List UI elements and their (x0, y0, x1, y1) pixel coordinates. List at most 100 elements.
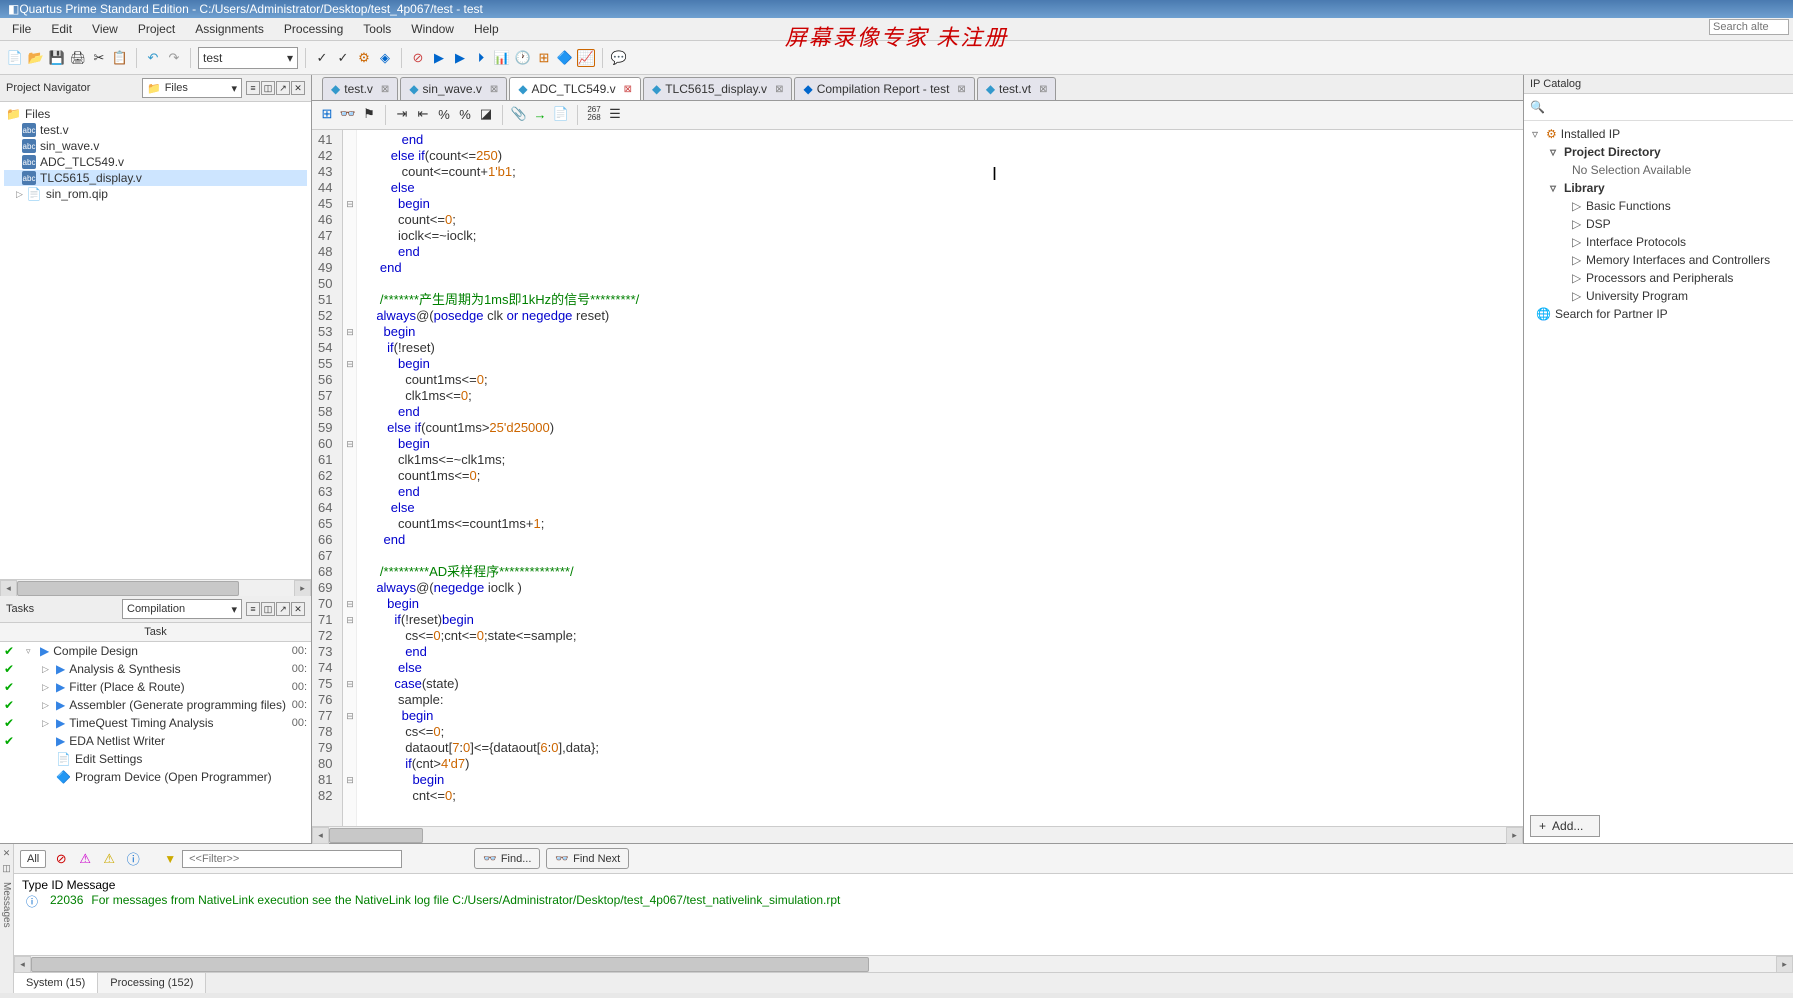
nav-eq-icon[interactable]: ≡ (246, 81, 260, 95)
programmer-icon[interactable]: 🔷 (556, 49, 574, 67)
project-combo[interactable]: test▾ (198, 47, 298, 69)
info-icon[interactable]: ⓘ (124, 850, 142, 868)
menu-tools[interactable]: Tools (355, 20, 399, 38)
error-icon[interactable]: ⊘ (52, 850, 70, 868)
tasks-dock-icon[interactable]: ◫ (261, 602, 275, 616)
analyze-icon[interactable]: ▶ (451, 49, 469, 67)
scroll-right-icon[interactable]: ▸ (294, 580, 311, 597)
tree-file[interactable]: ▷📄sin_rom.qip (4, 186, 307, 202)
nav-tree[interactable]: 📁Files abctest.v abcsin_wave.v abcADC_TL… (0, 102, 311, 579)
close-icon[interactable]: ⊠ (1039, 84, 1047, 95)
expand-icon[interactable]: ▿ (26, 646, 36, 657)
pin-icon[interactable]: ⚙ (355, 49, 373, 67)
tree-root[interactable]: 📁Files (4, 106, 307, 122)
expand-icon[interactable]: ▷ (42, 700, 52, 711)
menu-file[interactable]: File (4, 20, 39, 38)
signal-icon[interactable]: 📈 (577, 49, 595, 67)
task-row[interactable]: ✔▿▶Compile Design00: (0, 642, 311, 660)
settings-icon[interactable]: ✓ (313, 49, 331, 67)
print-icon[interactable]: 🖨 (69, 49, 87, 67)
open-icon[interactable]: 📂 (27, 49, 45, 67)
msg-all-button[interactable]: All (20, 850, 46, 868)
tree-file-selected[interactable]: abcTLC5615_display.v (4, 170, 307, 186)
help-icon[interactable]: 💬 (610, 49, 628, 67)
task-row[interactable]: ✔▷▶Fitter (Place & Route)00: (0, 678, 311, 696)
new-icon[interactable]: 📄 (6, 49, 24, 67)
tasks-close-icon[interactable]: ✕ (291, 602, 305, 616)
find-button[interactable]: 👓Find... (474, 848, 540, 869)
critical-icon[interactable]: ⚠ (76, 850, 94, 868)
ip-cat[interactable]: ▷University Program (1532, 287, 1785, 305)
close-icon[interactable]: ⊠ (381, 84, 389, 95)
task-row[interactable]: ✔▷▶Analysis & Synthesis00: (0, 660, 311, 678)
find-next-button[interactable]: 👓Find Next (546, 848, 629, 869)
scroll-left-icon[interactable]: ◂ (312, 827, 329, 844)
close-icon[interactable]: ⊠ (624, 84, 632, 95)
list-icon[interactable]: ☰ (606, 105, 624, 123)
indent-icon[interactable]: ⇥ (393, 105, 411, 123)
ip-library[interactable]: ▿Library (1532, 179, 1785, 197)
menu-view[interactable]: View (84, 20, 126, 38)
editor-scrollbar[interactable]: ◂ ▸ (312, 826, 1523, 843)
outdent-icon[interactable]: ⇤ (414, 105, 432, 123)
menu-edit[interactable]: Edit (43, 20, 80, 38)
msg-tab-processing[interactable]: Processing (152) (98, 973, 206, 993)
ip-cat[interactable]: ▷DSP (1532, 215, 1785, 233)
ip-partner-search[interactable]: 🌐Search for Partner IP (1532, 305, 1785, 323)
scroll-left-icon[interactable]: ◂ (14, 956, 31, 973)
ip-cat[interactable]: ▷Processors and Peripherals (1532, 269, 1785, 287)
tree-file[interactable]: abcsin_wave.v (4, 138, 307, 154)
scroll-right-icon[interactable]: ▸ (1776, 956, 1793, 973)
report-icon[interactable]: 📊 (493, 49, 511, 67)
uncomment-icon[interactable]: % (456, 105, 474, 123)
warning-icon[interactable]: ⚠ (100, 850, 118, 868)
task-row[interactable]: 📄Edit Settings (0, 750, 311, 768)
editor-tab[interactable]: ◆TLC5615_display.v⊠ (643, 77, 792, 100)
search-icon[interactable]: 🔍 (1530, 100, 1545, 114)
expand-icon[interactable]: ▷ (42, 664, 52, 675)
messages-list[interactable]: Type ID Message ⓘ 22036 For messages fro… (14, 874, 1793, 955)
menu-window[interactable]: Window (403, 20, 462, 38)
expand-icon[interactable]: ▷ (42, 682, 52, 693)
tree-file[interactable]: abcADC_TLC549.v (4, 154, 307, 170)
block-icon[interactable]: ◪ (477, 105, 495, 123)
filter-icon[interactable]: ▼ (164, 852, 176, 866)
assign-icon[interactable]: ✓ (334, 49, 352, 67)
ip-add-button[interactable]: +Add... (1530, 815, 1600, 837)
nav-filter-combo[interactable]: 📁Files▾ (142, 78, 242, 98)
sheet-icon[interactable]: 📄 (552, 105, 570, 123)
filter-input[interactable] (182, 850, 402, 868)
num-icon[interactable]: 267268 (585, 105, 603, 123)
bookmark-icon[interactable]: ⚑ (360, 105, 378, 123)
select-icon[interactable]: ⊞ (318, 105, 336, 123)
task-row[interactable]: ✔▷▶Assembler (Generate programming files… (0, 696, 311, 714)
stop-icon[interactable]: ⊘ (409, 49, 427, 67)
hierarchy-icon[interactable]: ⊞ (535, 49, 553, 67)
tree-file[interactable]: abctest.v (4, 122, 307, 138)
close-icon[interactable]: ✕ (3, 848, 11, 859)
goto-icon[interactable]: → (531, 105, 549, 123)
cut-icon[interactable]: ✂ (90, 49, 108, 67)
menu-assignments[interactable]: Assignments (187, 20, 272, 38)
ip-cat[interactable]: ▷Basic Functions (1532, 197, 1785, 215)
ip-cat[interactable]: ▷Interface Protocols (1532, 233, 1785, 251)
editor-tab[interactable]: ◆test.v⊠ (322, 77, 398, 100)
search-input[interactable] (1709, 19, 1789, 35)
expand-icon[interactable]: ▷ (16, 189, 23, 200)
task-row[interactable]: 🔷Program Device (Open Programmer) (0, 768, 311, 786)
attach-icon[interactable]: 📎 (510, 105, 528, 123)
tasks-eq-icon[interactable]: ≡ (246, 602, 260, 616)
undo-icon[interactable]: ↶ (144, 49, 162, 67)
close-icon[interactable]: ⊠ (490, 84, 498, 95)
code-editor[interactable]: 4142434445464748495051525354555657585960… (312, 130, 1523, 826)
message-row[interactable]: ⓘ 22036 For messages from NativeLink exe… (22, 892, 1785, 911)
msg-scrollbar[interactable]: ◂ ▸ (14, 955, 1793, 972)
scroll-right-icon[interactable]: ▸ (1506, 827, 1523, 844)
nav-close-icon[interactable]: ✕ (291, 81, 305, 95)
nav-scrollbar[interactable]: ◂ ▸ (0, 579, 311, 596)
ip-root[interactable]: ▿⚙Installed IP (1532, 125, 1785, 143)
save-icon[interactable]: 💾 (48, 49, 66, 67)
find-icon[interactable]: 👓 (339, 105, 357, 123)
nav-dock-icon[interactable]: ◫ (261, 81, 275, 95)
editor-tab[interactable]: ◆sin_wave.v⊠ (400, 77, 507, 100)
